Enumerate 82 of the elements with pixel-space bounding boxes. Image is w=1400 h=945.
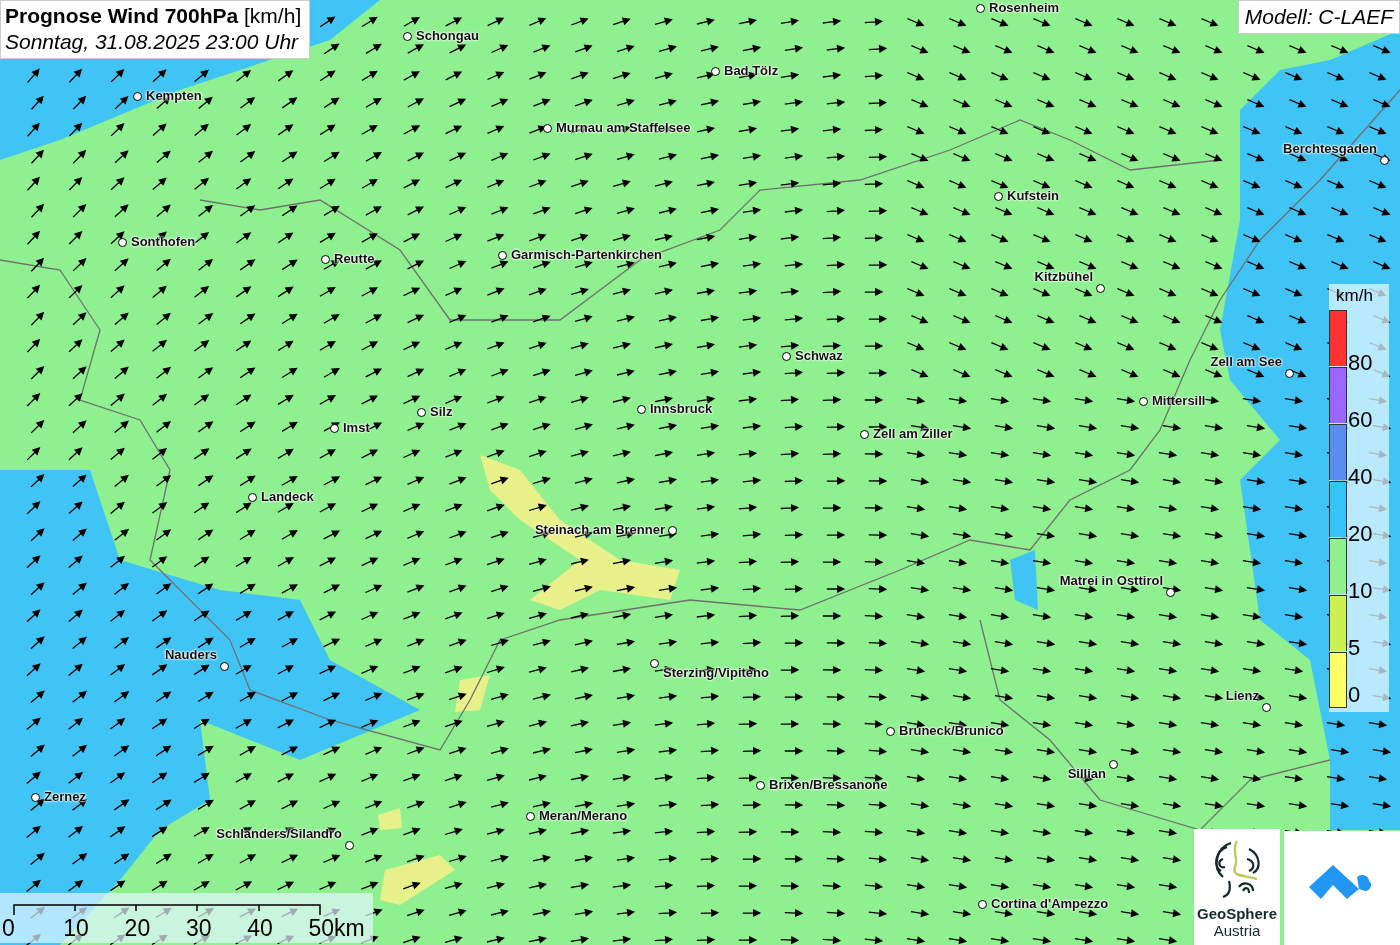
city-label: Rosenheim (989, 0, 1060, 15)
city-label: Innsbruck (650, 401, 713, 416)
city-label: Brixen/Bressanone (769, 777, 888, 792)
city-marker-icon (417, 408, 426, 417)
legend-value: 0 (1348, 684, 1361, 706)
city-marker-icon (1262, 703, 1271, 712)
city-label: Sterzing/Vipiteno (663, 665, 769, 680)
legend-value: 40 (1348, 466, 1373, 488)
city-label: Sillian (1067, 766, 1106, 781)
city-marker-icon (330, 424, 339, 433)
city-marker-icon (248, 493, 257, 502)
city-label: Bruneck/Brunico (899, 723, 1004, 738)
city-label: Berchtesgaden (1283, 141, 1377, 156)
city-marker-icon (118, 238, 127, 247)
city-label: Meran/Merano (539, 808, 628, 823)
city-marker-icon (1096, 284, 1105, 293)
scale-label: 50km (308, 915, 366, 942)
city-marker-icon (133, 92, 142, 101)
forecast-date: Sonntag, 31.08.2025 23:00 Uhr (5, 30, 300, 54)
city-marker-icon (756, 781, 765, 790)
city-label: Zell am See (1210, 354, 1282, 369)
city-marker-icon (1380, 156, 1389, 165)
legend-unit: km/h (1335, 286, 1374, 306)
city-marker-icon (1166, 588, 1175, 597)
city-marker-icon (650, 659, 659, 668)
city-label: Nauders (164, 647, 217, 662)
city-label: Steinach am Brenner (534, 522, 665, 537)
city-label: Kufstein (1007, 188, 1059, 203)
city-label: Garmisch-Partenkirchen (511, 247, 662, 262)
scale-label: 0 (2, 915, 16, 942)
city-label: Cortina d'Ampezzo (991, 896, 1109, 911)
city-label: Mittersill (1152, 393, 1206, 408)
city-marker-icon (526, 812, 535, 821)
city-label: Kempten (146, 88, 202, 103)
city-label: Reutte (334, 251, 375, 266)
city-marker-icon (1109, 760, 1118, 769)
city-label: Schwaz (795, 348, 843, 363)
city-label: Silz (430, 404, 453, 419)
legend-value: 60 (1348, 409, 1373, 431)
city-marker-icon (978, 900, 987, 909)
scale-ruler-icon (13, 902, 323, 916)
map-title: Prognose Wind 700hPa [km/h] (5, 4, 302, 28)
city-label: Imst (343, 420, 370, 435)
city-marker-icon (543, 124, 552, 133)
city-marker-icon (321, 255, 330, 264)
city-marker-icon (668, 526, 677, 535)
legend-value: 10 (1348, 580, 1373, 602)
city-marker-icon (345, 841, 354, 850)
city-marker-icon (711, 67, 720, 76)
logo-subtext: Austria (1213, 922, 1261, 939)
logo-text: GeoSphere (1197, 905, 1277, 922)
city-marker-icon (637, 405, 646, 414)
city-label: Schlanders/Silandro (216, 826, 342, 841)
city-marker-icon (994, 192, 1003, 201)
city-marker-icon (976, 4, 985, 13)
city-marker-icon (782, 352, 791, 361)
scale-label: 20 (124, 915, 152, 942)
city-label: Lienz (1225, 688, 1259, 703)
city-label: Landeck (261, 489, 314, 504)
city-marker-icon (31, 793, 40, 802)
city-marker-icon (886, 727, 895, 736)
city-marker-icon (1285, 369, 1294, 378)
model-label: Modell: C-LAEF (1237, 0, 1400, 34)
legend-value: 20 (1348, 523, 1373, 545)
scale-label: 40 (247, 915, 274, 942)
city-marker-icon (498, 251, 507, 260)
city-marker-icon (860, 430, 869, 439)
scale-label: 30 (185, 915, 213, 942)
city-label: Zernez (44, 789, 86, 804)
city-label: Schongau (416, 28, 479, 43)
city-label: Murnau am Staffelsee (556, 120, 691, 135)
city-label: Matrei in Osttirol (1059, 573, 1163, 588)
city-label: Sonthofen (131, 234, 196, 249)
scale-label: 10 (63, 915, 90, 942)
city-label: Kitzbühel (1034, 269, 1093, 284)
city-marker-icon (1139, 397, 1148, 406)
legend-value: 80 (1348, 352, 1373, 374)
city-marker-icon (403, 32, 412, 41)
city-marker-icon (220, 662, 229, 671)
legend-value: 5 (1348, 637, 1361, 659)
city-label: Bad Tölz (724, 63, 779, 78)
city-label: Zell am Ziller (873, 426, 953, 441)
